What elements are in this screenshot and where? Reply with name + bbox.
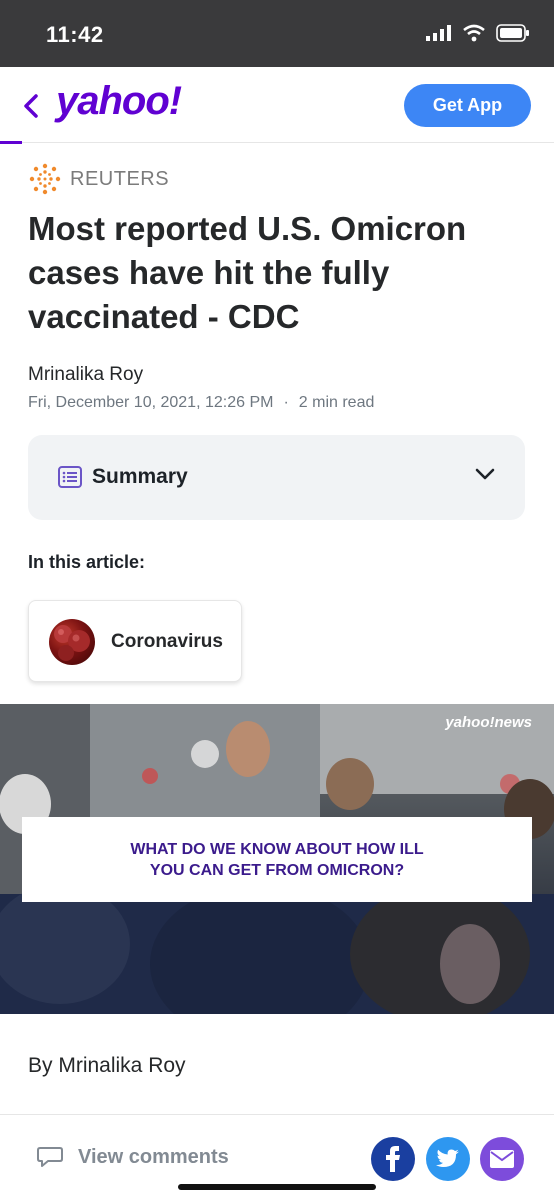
status-bar: 11:42 (0, 0, 554, 67)
summary-list-icon (58, 466, 82, 488)
topic-card-coronavirus[interactable]: Coronavirus (28, 600, 242, 682)
video-caption: WHAT DO WE KNOW ABOUT HOW ILL YOU CAN GE… (22, 817, 532, 902)
topic-label: Coronavirus (111, 631, 223, 652)
yahoo-logo[interactable]: yahoo! (56, 79, 182, 124)
video-caption-line1: WHAT DO WE KNOW ABOUT HOW ILL (130, 840, 424, 858)
article-headline: Most reported U.S. Omicron cases have hi… (28, 210, 467, 335)
share-mail-button[interactable] (480, 1137, 524, 1181)
source-name: REUTERS (70, 167, 170, 190)
battery-icon (496, 24, 529, 42)
facebook-icon (386, 1146, 400, 1172)
twitter-icon (436, 1149, 459, 1167)
home-indicator (178, 1184, 376, 1190)
virus-image (54, 625, 90, 661)
video-brand: yahoo!news (445, 714, 532, 731)
meta-separator: · (283, 394, 289, 411)
share-twitter-button[interactable] (426, 1137, 470, 1181)
wifi-icon (463, 24, 485, 42)
article-meta: Fri, December 10, 2021, 12:26 PM · 2 min r… (28, 394, 374, 412)
in-this-article-heading: In this article: (28, 552, 146, 572)
video-player[interactable]: yahoo!news WHAT DO WE KNOW ABOUT HOW ILL… (0, 704, 554, 1014)
article-author: Mrinalika Roy (28, 364, 144, 385)
get-app-button[interactable]: Get App (404, 84, 531, 127)
view-comments-button[interactable]: View comments (36, 1145, 229, 1169)
video-caption-line2: YOU CAN GET FROM OMICRON? (149, 861, 405, 879)
header-accent-line (0, 141, 22, 144)
article-byline: By Mrinalika Roy (28, 1054, 186, 1077)
article-date: Fri, December 10, 2021, 12:26 PM (28, 394, 274, 411)
chevron-down-icon (475, 468, 495, 480)
status-time: 11:42 (46, 22, 104, 47)
topic-image (49, 619, 95, 665)
comment-bubble-icon (37, 1147, 63, 1167)
view-comments-label: View comments (78, 1145, 229, 1168)
app-header: yahoo! Get App (0, 67, 554, 144)
share-facebook-button[interactable] (371, 1137, 415, 1181)
reuters-logo-icon (29, 163, 61, 195)
article-source[interactable]: REUTERS (28, 162, 169, 196)
signal-icon (426, 25, 451, 41)
status-icons (426, 24, 530, 42)
summary-label: Summary (92, 465, 188, 488)
mail-icon (490, 1150, 514, 1168)
back-chevron-icon[interactable] (20, 93, 42, 119)
summary-accordion[interactable]: Summary (28, 435, 525, 520)
read-time: 2 min read (298, 394, 375, 411)
